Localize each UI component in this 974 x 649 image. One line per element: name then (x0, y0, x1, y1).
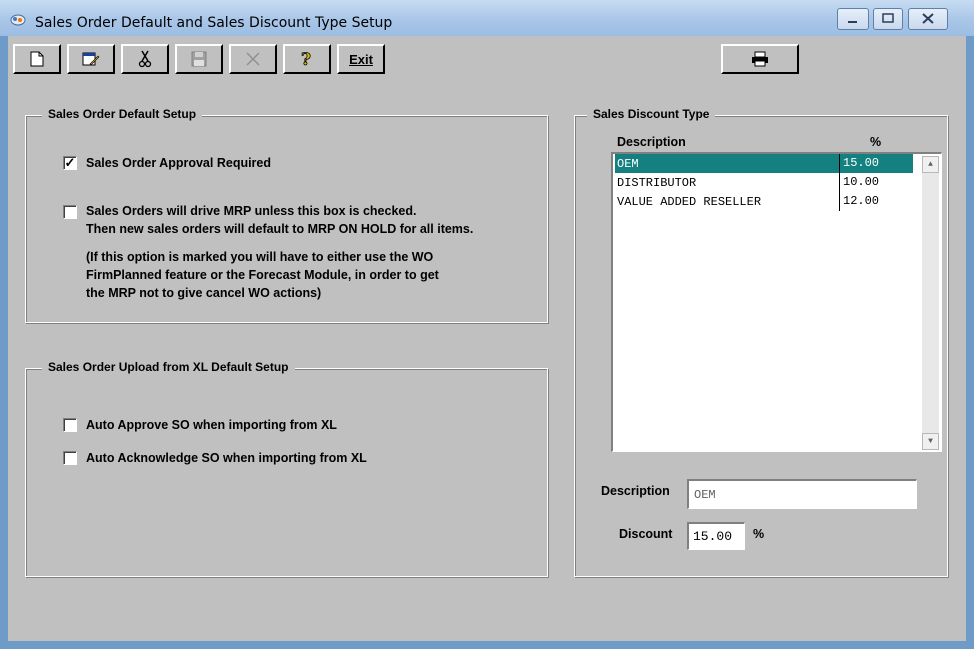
table-row[interactable]: VALUE ADDED RESELLER 12.00 (615, 192, 913, 211)
auto-ack-label[interactable]: Auto Acknowledge SO when importing from … (86, 450, 367, 467)
save-button[interactable] (175, 44, 223, 74)
row-description: DISTRIBUTOR (617, 176, 697, 190)
auto-ack-checkbox[interactable] (63, 451, 77, 465)
mrp-note-line2: FirmPlanned feature or the Forecast Modu… (86, 268, 439, 282)
mrp-note-line3: the MRP not to give cancel WO actions) (86, 286, 322, 300)
xl-default-title: Sales Order Upload from XL Default Setup (42, 360, 295, 374)
maximize-button[interactable] (873, 8, 903, 30)
percent-suffix: % (753, 527, 765, 541)
row-description: OEM (617, 157, 639, 171)
discount-label: Discount (619, 527, 673, 541)
help-icon: ? (301, 50, 312, 68)
scroll-down-button[interactable]: ▼ (922, 433, 939, 450)
new-button[interactable] (13, 44, 61, 74)
table-row[interactable]: OEM 15.00 (615, 154, 913, 173)
arrow-up-icon: ▲ (928, 160, 933, 169)
so-default-group: Sales Order Default Setup ✓ Sales Order … (25, 107, 548, 323)
delete-button[interactable] (121, 44, 169, 74)
approval-checkbox[interactable]: ✓ (63, 156, 77, 170)
grid-scrollbar[interactable]: ▲ ▼ (922, 156, 939, 450)
minimize-icon (848, 21, 857, 23)
auto-approve-checkbox[interactable] (63, 418, 77, 432)
minimize-button[interactable] (837, 8, 869, 30)
row-percent: 15.00 (839, 154, 879, 173)
scissors-icon (138, 50, 152, 68)
description-label: Description (601, 484, 670, 498)
edit-icon (82, 52, 100, 66)
cancel-x-icon (246, 52, 260, 66)
window-title: Sales Order Default and Sales Discount T… (35, 15, 393, 31)
close-button[interactable] (908, 8, 948, 30)
svg-text:?: ? (301, 50, 311, 68)
so-default-title: Sales Order Default Setup (42, 107, 203, 121)
col-header-description[interactable]: Description (617, 134, 686, 151)
table-row[interactable]: DISTRIBUTOR 10.00 (615, 173, 913, 192)
print-button[interactable] (721, 44, 799, 74)
printer-icon (752, 51, 768, 67)
app-icon (10, 14, 26, 26)
app-window: Sales Order Default and Sales Discount T… (0, 0, 974, 649)
checkmark-icon: ✓ (64, 155, 76, 170)
auto-approve-label[interactable]: Auto Approve SO when importing from XL (86, 417, 337, 434)
mrp-note-line1: (If this option is marked you will have … (86, 250, 434, 264)
row-percent: 10.00 (839, 173, 879, 192)
discount-value: 15.00 (693, 529, 733, 544)
save-icon (191, 51, 207, 67)
cancel-button[interactable] (229, 44, 277, 74)
mrp-checkbox[interactable] (63, 205, 77, 219)
close-icon (922, 13, 934, 24)
client-area: ? Exit Sales Order Default Setup ✓ Sales… (8, 36, 966, 641)
description-value: OEM (694, 488, 716, 502)
col-header-percent[interactable]: % (870, 134, 881, 151)
mrp-label-line1[interactable]: Sales Orders will drive MRP unless this … (86, 203, 416, 220)
scroll-up-button[interactable]: ▲ (922, 156, 939, 173)
toolbar: ? Exit (13, 44, 391, 76)
xl-default-group: Sales Order Upload from XL Default Setup… (25, 360, 548, 577)
discount-field[interactable]: 15.00 (687, 522, 745, 550)
edit-button[interactable] (67, 44, 115, 74)
new-document-icon (30, 51, 44, 67)
title-bar[interactable]: Sales Order Default and Sales Discount T… (0, 0, 974, 36)
row-description: VALUE ADDED RESELLER (617, 195, 762, 209)
approval-label[interactable]: Sales Order Approval Required (86, 155, 271, 172)
discount-grid[interactable]: OEM 15.00 DISTRIBUTOR 10.00 VALUE ADDED … (611, 152, 942, 452)
arrow-down-icon: ▼ (928, 437, 933, 446)
row-percent: 12.00 (839, 192, 879, 211)
exit-label: Exit (349, 51, 373, 67)
description-field[interactable]: OEM (687, 479, 917, 509)
help-button[interactable]: ? (283, 44, 331, 74)
exit-button[interactable]: Exit (337, 44, 385, 74)
mrp-label-line2[interactable]: Then new sales orders will default to MR… (86, 221, 473, 238)
maximize-icon (882, 13, 894, 23)
discount-title: Sales Discount Type (587, 107, 716, 121)
